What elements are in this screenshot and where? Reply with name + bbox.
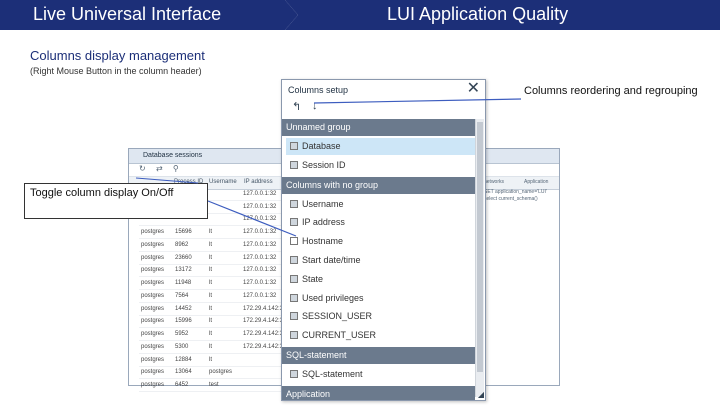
header-pointer-line [135, 177, 199, 184]
callout-lines [135, 98, 522, 237]
reorder-callout-line [313, 98, 522, 104]
toggle-callout-line [207, 200, 297, 237]
